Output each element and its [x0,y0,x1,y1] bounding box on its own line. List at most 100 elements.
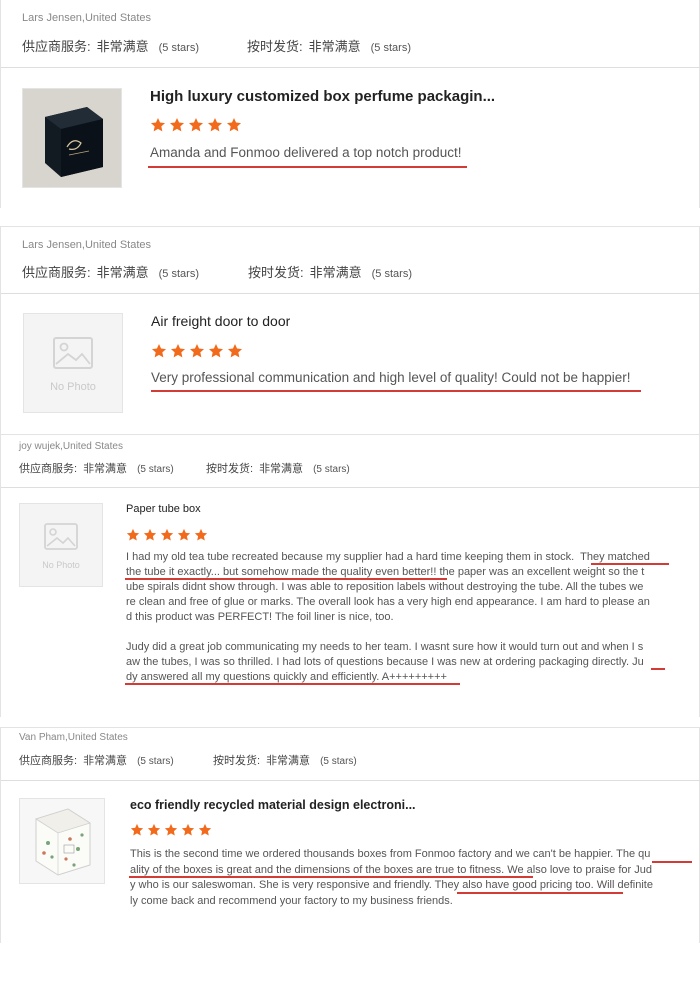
review-line: Judy did a great job communicating my ne… [126,641,644,653]
product-image[interactable] [22,88,122,188]
supplier-service-stars: (5 stars) [158,42,199,54]
review-text: Very professional communication and high… [151,370,631,385]
review-line: d this product was PERFECT! The foil lin… [126,611,394,623]
underline-highlight [148,166,467,168]
star-icon [209,344,223,358]
supplier-service-label: 供应商服务: [22,265,91,280]
reviewer-name: Lars Jensen,United States [22,239,152,251]
review-line: aw the tubes, I was so thrilled. I had l… [126,656,644,668]
on-time-shipping-value: 非常满意 [308,39,361,54]
review-card: Lars Jensen,United States 供应商服务: 非常满意 (5 s… [0,0,700,208]
underline-highlight [151,390,641,392]
star-rating [126,528,208,542]
supplier-service-label: 供应商服务: [19,755,78,767]
supplier-service-rating: 供应商服务: 非常满意 (5 stars) [19,752,174,768]
star-rating [130,823,212,837]
star-rating [150,117,242,133]
star-icon [228,344,242,358]
star-icon [170,118,184,132]
supplier-service-stars: (5 stars) [137,464,174,475]
underline-highlight [651,668,665,670]
divider [1,293,700,294]
product-image[interactable]: No Photo [19,503,103,587]
star-icon [151,118,165,132]
review-line: ly come back and recommend your factory … [130,894,453,907]
star-icon [181,823,195,836]
star-icon [208,118,222,132]
supplier-service-label: 供应商服务: [22,39,91,54]
underline-highlight [652,861,692,863]
supplier-service-label: 供应商服务: [19,463,78,475]
supplier-service-stars: (5 stars) [137,756,174,767]
reviewer-name: joy wujek,United States [19,441,123,452]
review-line: re clean and free of glue or marks. The … [126,596,650,608]
review-text: Amanda and Fonmoo delivered a top notch … [150,145,462,160]
on-time-shipping-value: 非常满意 [309,265,362,280]
star-icon [152,344,166,358]
on-time-shipping-stars: (5 stars) [320,756,357,767]
supplier-service-value: 非常满意 [96,265,149,280]
on-time-shipping-rating: 按时发货: 非常满意 (5 stars) [213,752,357,768]
on-time-shipping-value: 非常满意 [266,755,311,767]
on-time-shipping-rating: 按时发货: 非常满意 (5 stars) [248,262,412,281]
star-icon [160,528,174,541]
star-rating [151,343,243,359]
on-time-shipping-stars: (5 stars) [371,268,412,280]
review-card: Van Pham,United States 供应商服务: 非常满意 (5 star… [0,727,700,943]
image-placeholder-icon [44,523,78,550]
review-line [126,625,671,640]
product-image[interactable] [19,798,105,884]
reviewer-name: Lars Jensen,United States [22,12,152,24]
star-icon [177,528,191,541]
star-icon [126,528,140,541]
divider [1,487,700,488]
reviewer-name: Van Pham,United States [19,732,128,743]
review-card: Lars Jensen,United States 供应商服务: 非常满意 (5 s… [0,226,700,435]
product-title[interactable]: eco friendly recycled material design el… [130,798,450,812]
on-time-shipping-label: 按时发货: [247,39,303,54]
star-icon [190,344,204,358]
star-icon [194,528,208,541]
on-time-shipping-stars: (5 stars) [313,464,350,475]
supplier-service-value: 非常满意 [83,463,128,475]
underline-highlight [125,578,447,580]
on-time-shipping-label: 按时发货: [248,265,304,280]
supplier-service-stars: (5 stars) [158,268,199,280]
star-icon [198,823,212,836]
on-time-shipping-rating: 按时发货: 非常满意 (5 stars) [206,460,350,476]
underline-highlight [457,892,623,894]
underline-highlight [591,563,669,565]
supplier-service-value: 非常满意 [96,39,149,54]
underline-highlight [129,876,533,878]
supplier-service-value: 非常满意 [83,755,128,767]
review-text: I had my old tea tube recreated because … [126,550,671,685]
on-time-shipping-label: 按时发货: [206,463,254,475]
image-placeholder-icon [53,337,93,369]
supplier-service-rating: 供应商服务: 非常满意 (5 stars) [19,460,174,476]
star-icon [227,118,241,132]
underline-highlight [125,683,460,685]
on-time-shipping-stars: (5 stars) [370,42,411,54]
on-time-shipping-value: 非常满意 [259,463,304,475]
review-line: ube spirals didnt show through. I was ab… [126,581,644,593]
divider [1,780,700,781]
product-title[interactable]: High luxury customized box perfume packa… [150,88,610,105]
star-icon [189,118,203,132]
product-image[interactable]: No Photo [23,313,123,413]
product-title[interactable]: Paper tube box [126,503,201,515]
review-line: This is the second time we ordered thous… [130,848,651,860]
no-photo-label: No Photo [42,560,80,570]
no-photo-label: No Photo [50,381,96,393]
review-text: This is the second time we ordered thous… [130,847,675,909]
review-card: joy wujek,United States 供应商服务: 非常满意 (5 sta… [0,434,700,717]
star-icon [130,823,144,836]
on-time-shipping-label: 按时发货: [213,755,261,767]
supplier-service-rating: 供应商服务: 非常满意 (5 stars) [22,36,199,55]
star-icon [164,823,178,836]
on-time-shipping-rating: 按时发货: 非常满意 (5 stars) [247,36,411,55]
product-title[interactable]: Air freight door to door [151,313,290,329]
star-icon [171,344,185,358]
perfume-box-photo [23,89,121,187]
supplier-service-rating: 供应商服务: 非常满意 (5 stars) [22,262,199,281]
floral-box-photo [35,808,91,876]
